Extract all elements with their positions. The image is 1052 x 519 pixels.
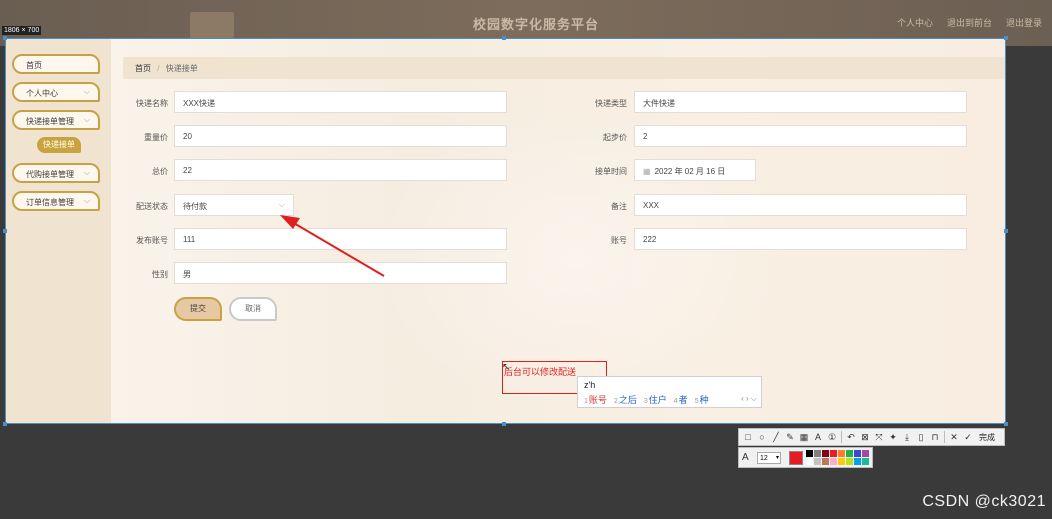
long-screenshot-icon[interactable]: ▯ bbox=[916, 432, 926, 443]
color-swatch[interactable] bbox=[854, 458, 861, 465]
mouse-cursor-icon: ↖ bbox=[502, 362, 511, 373]
color-swatch[interactable] bbox=[854, 450, 861, 457]
line-tool-icon[interactable]: ╱ bbox=[771, 432, 781, 443]
color-swatch[interactable] bbox=[838, 458, 845, 465]
ime-candidate[interactable]: 5种 bbox=[695, 393, 709, 406]
color-swatch[interactable] bbox=[822, 458, 829, 465]
color-swatch[interactable] bbox=[830, 450, 837, 457]
color-swatch[interactable] bbox=[806, 450, 813, 457]
pin-icon[interactable]: ✦ bbox=[888, 432, 898, 443]
check-icon[interactable]: ✓ bbox=[963, 432, 973, 443]
translate-icon[interactable]: ⤧ bbox=[874, 432, 884, 443]
pen-tool-icon[interactable]: ✎ bbox=[785, 432, 795, 443]
color-swatch[interactable] bbox=[814, 450, 821, 457]
text-style-palette: A 12 ▾ bbox=[738, 447, 873, 468]
font-icon: A bbox=[742, 452, 749, 463]
color-swatches bbox=[806, 450, 869, 465]
annotation-text: 后台可以修改配送 bbox=[504, 367, 577, 377]
text-tool-icon[interactable]: A bbox=[813, 432, 823, 442]
color-swatch[interactable] bbox=[846, 458, 853, 465]
ellipse-tool-icon[interactable]: ○ bbox=[757, 432, 767, 442]
rectangle-tool-icon[interactable]: □ bbox=[743, 432, 753, 442]
ime-candidate-box: z'h 1账号 2之后 3住户 4者 5种 ‹ › ⌵ bbox=[577, 376, 762, 408]
undo-icon[interactable]: ↶ bbox=[846, 432, 856, 443]
color-swatch[interactable] bbox=[846, 450, 853, 457]
share-icon[interactable]: ⊓ bbox=[930, 432, 940, 443]
watermark: CSDN @ck3021 bbox=[922, 493, 1046, 510]
ime-candidates: 1账号 2之后 3住户 4者 5种 bbox=[584, 393, 709, 406]
done-button[interactable]: 完成 bbox=[979, 432, 995, 443]
ime-candidate[interactable]: 3住户 bbox=[644, 393, 667, 406]
current-color-swatch[interactable] bbox=[789, 451, 803, 465]
color-swatch[interactable] bbox=[814, 458, 821, 465]
color-swatch[interactable] bbox=[806, 458, 813, 465]
ime-input-text: z'h bbox=[584, 380, 596, 390]
ocr-icon[interactable]: ⊠ bbox=[860, 432, 870, 443]
ime-candidate[interactable]: 1账号 bbox=[584, 393, 607, 406]
color-swatch[interactable] bbox=[862, 458, 869, 465]
ime-page-arrows-icon[interactable]: ‹ › ⌵ bbox=[741, 394, 757, 404]
mosaic-tool-icon[interactable]: ▦ bbox=[799, 432, 809, 443]
color-swatch[interactable] bbox=[838, 450, 845, 457]
color-swatch[interactable] bbox=[862, 450, 869, 457]
chevron-down-icon: ▾ bbox=[775, 455, 779, 461]
color-swatch[interactable] bbox=[822, 450, 829, 457]
download-icon[interactable]: ⤓ bbox=[902, 432, 912, 443]
number-tool-icon[interactable]: ① bbox=[827, 432, 837, 443]
color-swatch[interactable] bbox=[830, 458, 837, 465]
ime-candidate[interactable]: 2之后 bbox=[614, 393, 637, 406]
ime-candidate[interactable]: 4者 bbox=[674, 393, 688, 406]
close-icon[interactable]: ✕ bbox=[949, 432, 959, 443]
font-size-select[interactable]: 12 ▾ bbox=[757, 452, 781, 464]
screenshot-toolbar: □ ○ ╱ ✎ ▦ A ① ↶ ⊠ ⤧ ✦ ⤓ ▯ ⊓ ✕ ✓ 完成 bbox=[738, 428, 1005, 446]
